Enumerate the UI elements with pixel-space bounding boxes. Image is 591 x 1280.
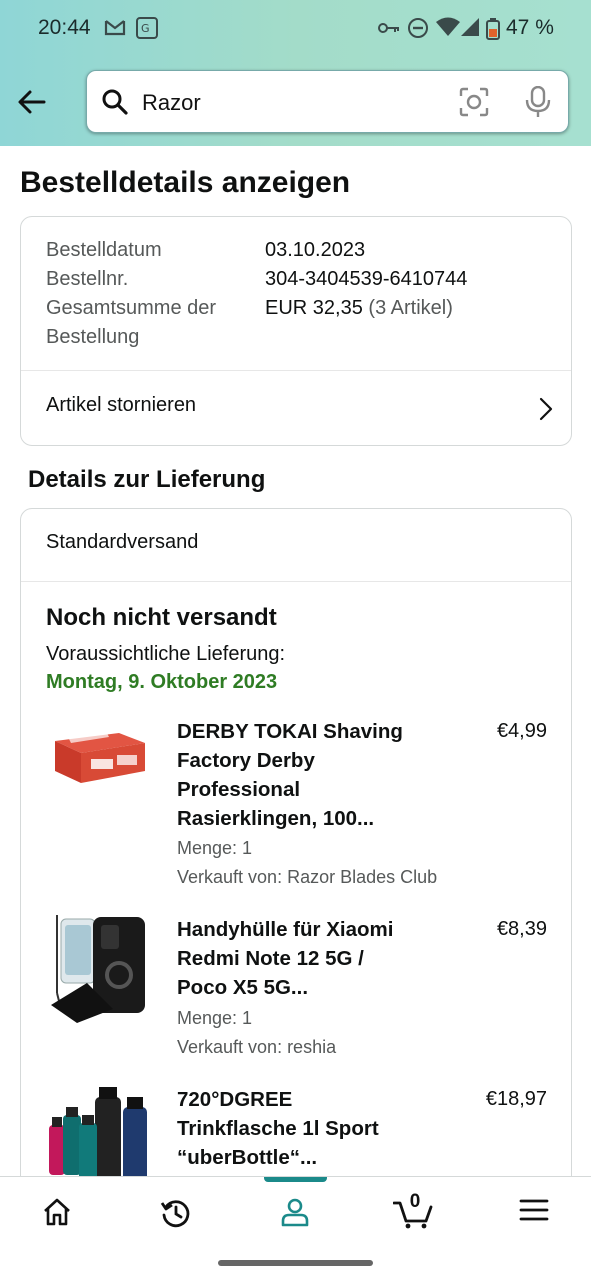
- order-total-amount: EUR 32,35: [265, 297, 363, 319]
- signal-icon: [461, 18, 479, 36]
- status-time: 20:44: [38, 16, 91, 39]
- item-quantity: Menge: 1: [177, 838, 253, 858]
- item-price: €18,97: [485, 1088, 547, 1110]
- order-total-label-line1: Gesamtsumme der: [46, 297, 217, 319]
- order-date-value: 03.10.2023: [265, 239, 366, 261]
- item-title-line: Professional: [177, 778, 301, 801]
- order-number-value: 304-3404539-6410744: [265, 268, 468, 290]
- back-button[interactable]: [16, 86, 48, 118]
- delivery-eta-label: Voraussichtliche Lieferung:: [46, 643, 286, 665]
- item-title-line: Factory Derby: [177, 749, 315, 772]
- cancel-items-label: Artikel stornieren: [46, 394, 197, 416]
- cancel-items-row[interactable]: Artikel stornieren: [21, 371, 571, 446]
- cart-count-badge: 0: [409, 1191, 421, 1212]
- shipping-status: Noch nicht versandt: [46, 604, 277, 631]
- order-total-value: EUR 32,35 (3 Artikel): [265, 294, 453, 323]
- search-icon: [102, 89, 128, 115]
- search-bar[interactable]: Razor: [86, 70, 569, 133]
- item-title[interactable]: Handyhülle für Xiaomi Redmi Note 12 5G /…: [177, 915, 447, 1002]
- nav-account[interactable]: [255, 1177, 335, 1247]
- page-title: Bestelldetails anzeigen: [20, 166, 351, 199]
- water-bottles-image[interactable]: [47, 1085, 151, 1188]
- app-header: 20:44 G 47 % Razor: [0, 0, 591, 146]
- order-date-label: Bestelldatum: [46, 239, 162, 261]
- item-title-line: DERBY TOKAI Shaving: [177, 720, 403, 743]
- item-title[interactable]: 720°DGREE Trinkflasche 1l Sport “uberBot…: [177, 1085, 447, 1172]
- order-number-label: Bestellnr.: [46, 268, 129, 290]
- microphone-icon[interactable]: [525, 86, 551, 118]
- nav-cart[interactable]: 0: [373, 1177, 453, 1247]
- gmail-icon: [104, 20, 126, 36]
- wifi-icon: [436, 17, 460, 36]
- do-not-disturb-icon: [408, 18, 428, 38]
- item-seller: Verkauft von: Razor Blades Club: [177, 867, 438, 887]
- gesture-navigation-bar[interactable]: [218, 1260, 373, 1266]
- search-input[interactable]: Razor: [142, 90, 201, 116]
- item-quantity: Menge: 1: [177, 1008, 253, 1028]
- translate-icon: G: [136, 17, 158, 39]
- menu-icon: [519, 1199, 549, 1221]
- item-seller: Verkauft von: reshia: [177, 1037, 337, 1057]
- item-title-line: Trinkflasche 1l Sport: [177, 1117, 379, 1140]
- item-title-line: Handyhülle für Xiaomi: [177, 918, 394, 941]
- user-icon: [281, 1198, 309, 1227]
- delivery-eta-date: Montag, 9. Oktober 2023: [46, 671, 278, 693]
- order-item-count: (3 Artikel): [368, 297, 453, 319]
- nav-buy-again[interactable]: [136, 1177, 216, 1247]
- item-title-line: Redmi Note 12 5G /: [177, 947, 364, 970]
- chevron-right-icon: [539, 397, 553, 421]
- order-total-label-line2: Bestellung: [46, 326, 140, 348]
- home-icon: [44, 1198, 70, 1226]
- item-title-line: Rasierklingen, 100...: [177, 807, 375, 830]
- item-title-line: Poco X5 5G...: [177, 976, 309, 999]
- item-price: €4,99: [496, 720, 547, 742]
- nav-home[interactable]: [17, 1177, 97, 1247]
- item-title-line: 720°DGREE: [177, 1088, 293, 1111]
- item-title[interactable]: DERBY TOKAI Shaving Factory Derby Profes…: [177, 717, 447, 833]
- svg-text:G: G: [141, 22, 150, 35]
- nav-menu[interactable]: [494, 1177, 574, 1247]
- history-icon: [160, 1200, 190, 1228]
- vpn-key-icon: [378, 23, 399, 33]
- camera-search-icon[interactable]: [459, 87, 489, 117]
- order-summary-card: Bestelldatum 03.10.2023 Bestellnr. 304-3…: [20, 216, 572, 446]
- item-price: €8,39: [496, 918, 547, 940]
- battery-icon: [486, 18, 500, 40]
- bottom-navigation: 0: [0, 1176, 591, 1246]
- back-arrow-icon: [18, 90, 46, 114]
- delivery-card: Standardversand Noch nicht versandt Vora…: [20, 508, 572, 1188]
- status-bar: 20:44 G 47 %: [0, 0, 591, 58]
- item-title-line: “uberBottle“...: [177, 1146, 318, 1169]
- battery-percent: 47 %: [506, 16, 554, 39]
- phone-case-image[interactable]: [47, 913, 151, 1025]
- shipping-method: Standardversand: [46, 531, 199, 553]
- delivery-section-title: Details zur Lieferung: [28, 466, 266, 493]
- razor-blades-box-image[interactable]: [47, 719, 151, 791]
- card-divider: [21, 581, 571, 582]
